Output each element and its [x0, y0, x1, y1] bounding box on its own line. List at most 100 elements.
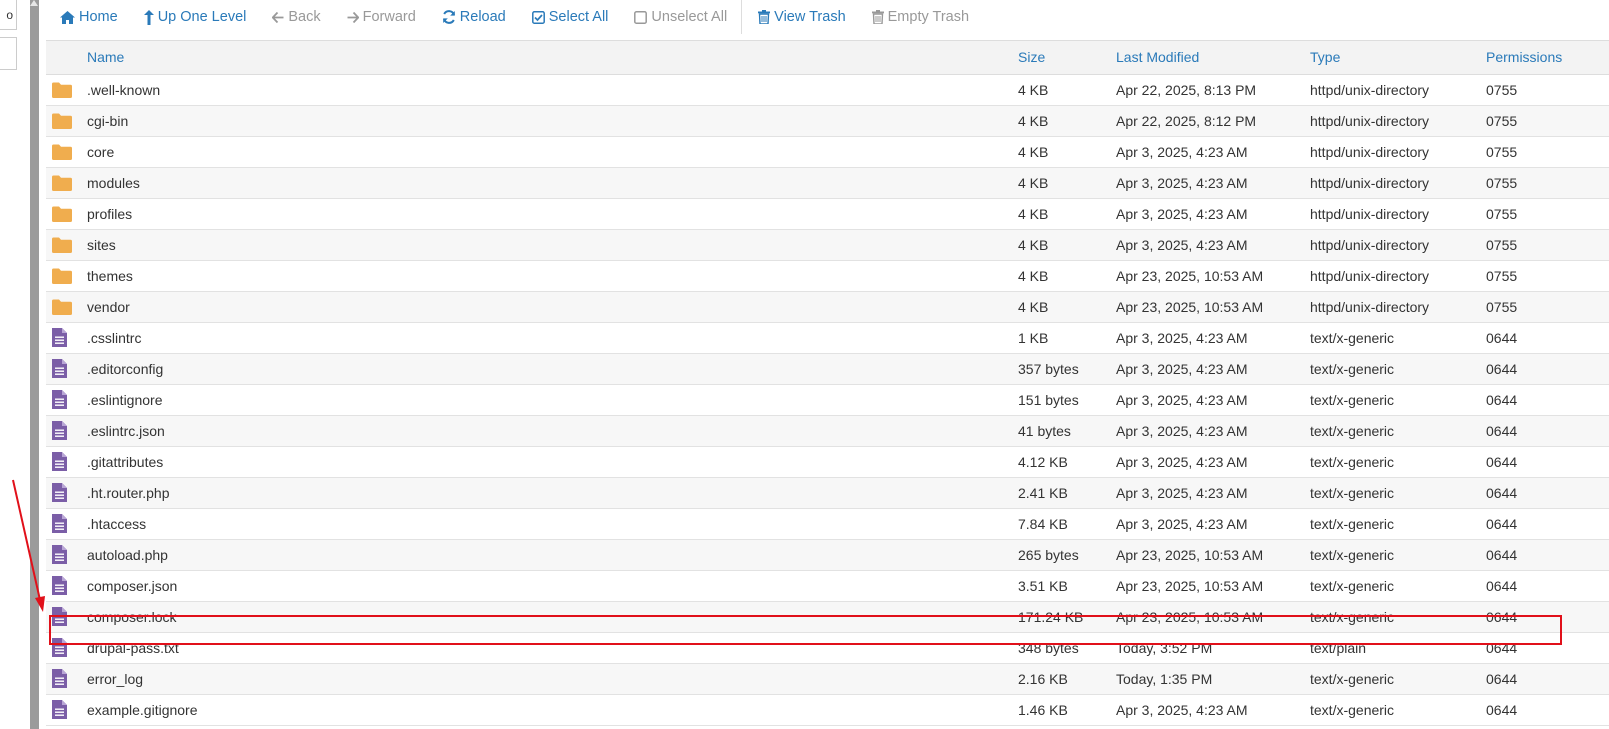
file-icon — [52, 514, 67, 536]
table-row[interactable]: error_log 2.16 KB Today, 1:35 PM text/x-gen… — [46, 664, 1609, 695]
scroll-up-arrow-icon[interactable] — [30, 0, 38, 6]
file-type: httpd/unix-directory — [1310, 237, 1430, 253]
view-trash-button[interactable]: View Trash — [744, 0, 857, 34]
file-name[interactable]: modules — [87, 175, 140, 191]
folder-icon — [52, 237, 72, 256]
file-name[interactable]: sites — [87, 237, 116, 253]
file-size: 4 KB — [1018, 175, 1049, 191]
column-header-last-modified[interactable]: Last Modified — [1116, 49, 1199, 65]
vertical-scrollbar[interactable] — [30, 0, 39, 729]
left-panel-input[interactable] — [0, 37, 17, 70]
table-row[interactable]: composer.json 3.51 KB Apr 23, 2025, 10:53 … — [46, 571, 1609, 602]
table-row[interactable]: drupal-pass.txt 348 bytes Today, 3:52 PM te… — [46, 633, 1609, 664]
table-row[interactable]: vendor 4 KB Apr 23, 2025, 10:53 AM httpd/un… — [46, 292, 1609, 323]
toolbar-divider — [741, 0, 743, 34]
file-name[interactable]: .editorconfig — [87, 361, 163, 377]
table-row[interactable]: example.gitignore 1.46 KB Apr 3, 2025, 4:2… — [46, 695, 1609, 726]
file-name[interactable]: .htaccess — [87, 516, 146, 532]
table-row[interactable]: themes 4 KB Apr 23, 2025, 10:53 AM httpd/un… — [46, 261, 1609, 292]
file-icon — [52, 669, 67, 691]
file-size: 3.51 KB — [1018, 578, 1068, 594]
table-row[interactable]: cgi-bin 4 KB Apr 22, 2025, 8:12 PM httpd/un… — [46, 106, 1609, 137]
file-name[interactable]: composer.lock — [87, 609, 176, 625]
file-permissions: 0755 — [1486, 144, 1518, 160]
arrow-left-icon — [272, 11, 284, 23]
table-row[interactable]: .eslintignore 151 bytes Apr 3, 2025, 4:23 … — [46, 385, 1609, 416]
file-type: httpd/unix-directory — [1310, 175, 1430, 191]
column-header-name[interactable]: Name — [87, 49, 124, 65]
file-size: 2.16 KB — [1018, 671, 1068, 687]
table-row[interactable]: .csslintrc 1 KB Apr 3, 2025, 4:23 AM text/x… — [46, 323, 1609, 354]
column-header-size[interactable]: Size — [1018, 49, 1045, 65]
file-size: 348 bytes — [1018, 640, 1079, 656]
file-name[interactable]: cgi-bin — [87, 113, 128, 129]
file-name[interactable]: themes — [87, 268, 133, 284]
file-name[interactable]: example.gitignore — [87, 702, 198, 718]
table-row[interactable]: .ht.router.php 2.41 KB Apr 3, 2025, 4:23 A… — [46, 478, 1609, 509]
forward-label: Forward — [362, 9, 416, 25]
left-panel-box[interactable]: o — [0, 0, 17, 30]
file-type: text/x-generic — [1310, 671, 1395, 687]
file-name[interactable]: .eslintignore — [87, 392, 163, 408]
file-name[interactable]: .csslintrc — [87, 330, 141, 346]
file-permissions: 0644 — [1486, 423, 1518, 439]
select-all-button[interactable]: Select All — [518, 0, 621, 34]
trash-icon — [758, 10, 771, 24]
table-row[interactable]: modules 4 KB Apr 3, 2025, 4:23 AM httpd/uni… — [46, 168, 1609, 199]
table-row[interactable]: .gitattributes 4.12 KB Apr 3, 2025, 4:23 A… — [46, 447, 1609, 478]
up-one-level-button[interactable]: Up One Level — [130, 0, 259, 34]
empty-trash-label: Empty Trash — [887, 9, 970, 25]
home-button[interactable]: Home — [46, 0, 130, 34]
table-row[interactable]: composer.lock 171.24 KB Apr 23, 2025, 10:5… — [46, 602, 1609, 633]
file-name[interactable]: vendor — [87, 299, 130, 315]
file-name[interactable]: .gitattributes — [87, 454, 163, 470]
file-last-modified: Apr 3, 2025, 4:23 AM — [1116, 175, 1248, 191]
file-size: 265 bytes — [1018, 547, 1079, 563]
trash-icon — [871, 10, 884, 24]
column-header-permissions[interactable]: Permissions — [1486, 49, 1562, 65]
level-up-icon — [143, 9, 154, 25]
file-name[interactable]: autoload.php — [87, 547, 168, 563]
checkbox-checked-icon — [531, 10, 545, 24]
unselect-all-button[interactable]: Unselect All — [620, 0, 739, 34]
file-last-modified: Apr 3, 2025, 4:23 AM — [1116, 206, 1248, 222]
file-type: httpd/unix-directory — [1310, 113, 1430, 129]
table-row[interactable]: sites 4 KB Apr 3, 2025, 4:23 AM httpd/unix-… — [46, 230, 1609, 261]
table-row[interactable]: autoload.php 265 bytes Apr 23, 2025, 10:53… — [46, 540, 1609, 571]
empty-trash-button[interactable]: Empty Trash — [858, 0, 981, 34]
file-last-modified: Apr 3, 2025, 4:23 AM — [1116, 237, 1248, 253]
file-name[interactable]: composer.json — [87, 578, 177, 594]
file-icon — [52, 638, 67, 660]
file-size: 41 bytes — [1018, 423, 1071, 439]
file-name[interactable]: .eslintrc.json — [87, 423, 165, 439]
arrow-right-icon — [347, 11, 359, 23]
file-name[interactable]: .ht.router.php — [87, 485, 170, 501]
back-button[interactable]: Back — [258, 0, 332, 34]
file-type: text/x-generic — [1310, 454, 1395, 470]
table-row[interactable]: .eslintrc.json 41 bytes Apr 3, 2025, 4:23 … — [46, 416, 1609, 447]
file-name[interactable]: error_log — [87, 671, 143, 687]
table-row[interactable]: .well-known 4 KB Apr 22, 2025, 8:13 PM http… — [46, 75, 1609, 106]
file-last-modified: Today, 3:52 PM — [1116, 640, 1213, 656]
file-type: text/x-generic — [1310, 485, 1395, 501]
reload-button[interactable]: Reload — [428, 0, 518, 34]
file-type: httpd/unix-directory — [1310, 82, 1430, 98]
column-header-type[interactable]: Type — [1310, 49, 1340, 65]
table-row[interactable]: .editorconfig 357 bytes Apr 3, 2025, 4:23 … — [46, 354, 1609, 385]
file-permissions: 0755 — [1486, 299, 1518, 315]
file-name[interactable]: .well-known — [87, 82, 160, 98]
file-last-modified: Apr 23, 2025, 10:53 AM — [1116, 299, 1264, 315]
file-last-modified: Apr 23, 2025, 10:53 AM — [1116, 609, 1264, 625]
table-body: .well-known 4 KB Apr 22, 2025, 8:13 PM http… — [46, 75, 1609, 726]
file-name[interactable]: core — [87, 144, 114, 160]
table-row[interactable]: .htaccess 7.84 KB Apr 3, 2025, 4:23 AM text… — [46, 509, 1609, 540]
file-size: 4.12 KB — [1018, 454, 1068, 470]
file-permissions: 0644 — [1486, 640, 1518, 656]
file-name[interactable]: drupal-pass.txt — [87, 640, 179, 656]
file-name[interactable]: profiles — [87, 206, 132, 222]
table-row[interactable]: core 4 KB Apr 3, 2025, 4:23 AM httpd/unix-d… — [46, 137, 1609, 168]
up-one-level-label: Up One Level — [157, 9, 247, 25]
forward-button[interactable]: Forward — [333, 0, 428, 34]
table-row[interactable]: profiles 4 KB Apr 3, 2025, 4:23 AM httpd/un… — [46, 199, 1609, 230]
file-icon — [52, 421, 67, 443]
